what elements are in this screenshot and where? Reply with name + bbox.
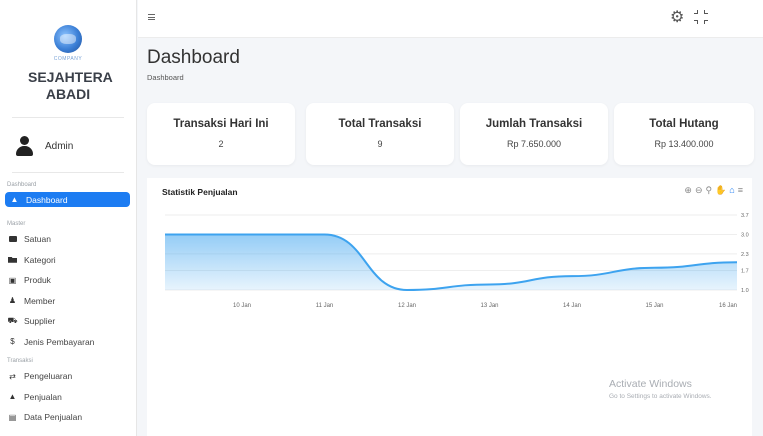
sidebar-item-label: Data Penjualan: [24, 412, 83, 423]
sidebar-item-data-penjualan[interactable]: ▤ Data Penjualan: [0, 407, 136, 428]
x-tick-label: 11 Jan: [316, 303, 334, 309]
user-name: Admin: [45, 140, 74, 152]
card-value: Rp 7.650.000: [506, 139, 562, 149]
x-tick-label: 12 Jan: [398, 303, 416, 309]
stat-card-total-hutang: Total Hutang Rp 13.400.000: [614, 103, 754, 165]
sidebar-item-label: Penjualan: [24, 391, 62, 402]
y-tick-label: 2.3: [741, 252, 749, 258]
card-title: Transaksi Hari Ini: [173, 118, 269, 130]
section-label-transaksi: Transaksi: [7, 358, 33, 364]
fullscreen-icon[interactable]: [694, 10, 708, 24]
sales-area-fill: [165, 234, 737, 290]
watermark-line2: Go to Settings to activate Windows.: [609, 393, 712, 400]
y-tick-label: 1.7: [741, 269, 749, 275]
sidebar-item-label: Satuan: [24, 234, 51, 245]
card-title: Jumlah Transaksi: [485, 118, 583, 130]
sidebar-item-satuan[interactable]: Satuan: [0, 229, 136, 250]
stat-card-total-transaksi: Total Transaksi 9: [306, 103, 454, 165]
sidebar-item-penjualan[interactable]: ▲ Penjualan: [0, 387, 136, 408]
company-logo-icon: [54, 25, 82, 53]
flask-icon: ▲: [8, 392, 17, 402]
x-tick-label: 13 Jan: [480, 303, 498, 309]
folder-icon: [8, 255, 17, 264]
x-tick-label: 14 Jan: [563, 303, 581, 309]
user-panel[interactable]: Admin: [0, 118, 136, 156]
sales-area-chart: 3.7 3.0 2.3 1.7 1.0 10 Jan 11 Jan 12 Jan 13 Jan 1…: [165, 213, 749, 309]
watermark-line1: Activate Windows: [609, 378, 692, 390]
logo: COMPANY SEJAHTERA ABADI: [0, 0, 136, 103]
sidebar-item-dashboard[interactable]: ▲ Dashboard: [5, 192, 130, 207]
x-tick-label: 15 Jan: [645, 303, 663, 309]
x-tick-label: 10 Jan: [233, 303, 251, 309]
swap-icon: ⇄: [9, 371, 16, 381]
section-label-master: Master: [7, 221, 26, 227]
user-icon: ♟: [8, 296, 17, 306]
menu-toggle-icon[interactable]: [148, 14, 155, 20]
sidebar-item-label: Pengeluaran: [24, 371, 73, 382]
sidebar-item-label: Supplier: [24, 316, 56, 327]
sidebar-item-label: Dashboard: [26, 194, 68, 205]
sidebar-item-jenis-pembayaran[interactable]: $ Jenis Pembayaran: [0, 332, 136, 353]
topbar: ⚙: [138, 0, 763, 38]
card-title: Total Hutang: [649, 118, 719, 130]
truck-icon: ⛟: [7, 316, 18, 326]
card-value: Rp 13.400.000: [654, 139, 714, 149]
sidebar-item-label: Produk: [24, 275, 51, 286]
windows-activation-watermark: Activate Windows Go to Settings to activ…: [609, 378, 712, 400]
sidebar-divider: [12, 172, 124, 173]
x-tick-label: 16 Jan: [719, 303, 737, 309]
y-tick-label: 1.0: [741, 288, 749, 294]
sidebar-item-supplier[interactable]: ⛟ Supplier: [0, 311, 136, 332]
logo-text: COMPANY: [53, 56, 83, 62]
chart-icon: ▤: [8, 412, 17, 422]
stat-card-transaksi-hari-ini: Transaksi Hari Ini 2: [147, 103, 295, 165]
y-tick-label: 3.7: [741, 213, 749, 219]
sidebar-item-kategori[interactable]: Kategori: [0, 250, 136, 271]
card-value: 2: [218, 139, 224, 149]
y-tick-label: 3.0: [741, 232, 749, 238]
card-value: 9: [377, 139, 383, 149]
sidebar-item-label: Kategori: [24, 254, 56, 265]
gear-icon[interactable]: ⚙: [670, 10, 684, 26]
company-name: SEJAHTERA ABADI: [28, 69, 113, 102]
card-title: Total Transaksi: [338, 118, 422, 130]
sidebar-item-member[interactable]: ♟ Member: [0, 291, 136, 312]
sidebar-item-label: Member: [24, 295, 56, 306]
home-icon: ▲: [10, 195, 19, 204]
section-label-dashboard: Dashboard: [7, 182, 37, 188]
sidebar-item-produk[interactable]: ▣ Produk: [0, 270, 136, 291]
dollar-icon: $: [10, 337, 15, 347]
breadcrumb[interactable]: Dashboard: [147, 73, 184, 82]
user-avatar-icon: [16, 136, 33, 156]
building-icon: ▣: [8, 275, 17, 285]
page-title: Dashboard: [147, 47, 240, 68]
sidebar-item-label: Jenis Pembayaran: [24, 336, 95, 347]
sidebar-item-pengeluaran[interactable]: ⇄ Pengeluaran: [0, 366, 136, 387]
sidebar: COMPANY SEJAHTERA ABADI Admin Dashboard …: [0, 0, 137, 436]
box-icon: [8, 235, 17, 244]
stat-card-jumlah-transaksi: Jumlah Transaksi Rp 7.650.000: [460, 103, 608, 165]
